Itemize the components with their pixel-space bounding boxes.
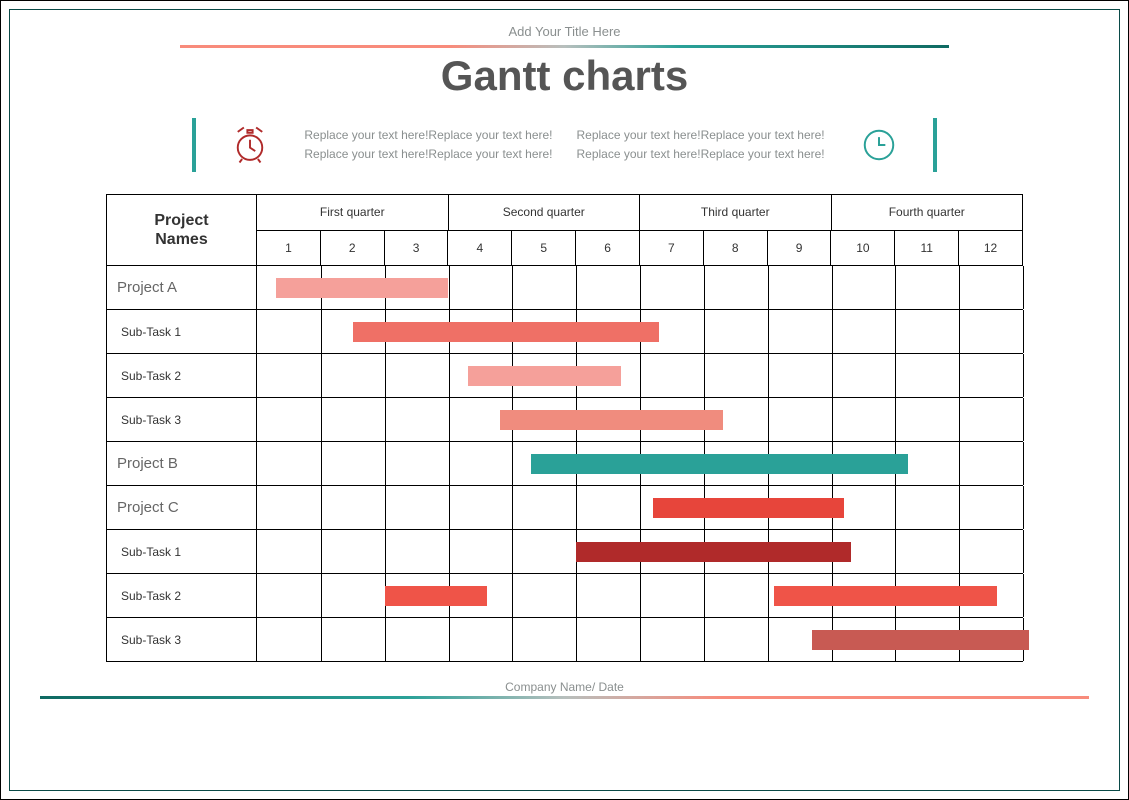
month-header: 1	[257, 231, 321, 266]
subtitle-left-2: Replace your text here!Replace your text…	[304, 145, 552, 164]
subtitle-right-2: Replace your text here!Replace your text…	[577, 145, 825, 164]
gantt-row: Sub-Task 2	[107, 353, 1023, 397]
gantt-bar	[276, 278, 448, 298]
gantt-bar	[353, 322, 659, 342]
gantt-row-label: Project A	[107, 266, 257, 309]
subtitle-left-1: Replace your text here!Replace your text…	[304, 126, 552, 145]
gantt-row: Sub-Task 1	[107, 309, 1023, 353]
gantt-row-label: Sub-Task 3	[107, 618, 257, 661]
accent-bar-left	[192, 118, 196, 172]
gantt-row-label: Sub-Task 2	[107, 574, 257, 617]
clock-icon	[855, 121, 903, 169]
page-title: Gantt charts	[10, 52, 1119, 100]
month-header: 6	[576, 231, 640, 266]
gantt-row: Sub-Task 3	[107, 397, 1023, 441]
gantt-bar	[500, 410, 723, 430]
gantt-row-label: Sub-Task 1	[107, 310, 257, 353]
subtitle-right-1: Replace your text here!Replace your text…	[577, 126, 825, 145]
month-header: 5	[512, 231, 576, 266]
month-header: 10	[831, 231, 895, 266]
gantt-chart: ProjectNames First quarterSecond quarter…	[106, 194, 1023, 662]
footer-label: Company Name/ Date	[10, 680, 1119, 694]
gantt-row: Project B	[107, 441, 1023, 485]
gantt-row: Project C	[107, 485, 1023, 529]
month-header: 9	[768, 231, 832, 266]
quarter-header: First quarter	[257, 195, 449, 230]
quarter-header: Second quarter	[449, 195, 641, 230]
month-header: 12	[959, 231, 1023, 266]
gantt-row: Sub-Task 1	[107, 529, 1023, 573]
gantt-row: Project A	[107, 265, 1023, 309]
gantt-row-label: Project B	[107, 442, 257, 485]
subtitle-block: Replace your text here!Replace your text…	[10, 118, 1119, 172]
gantt-bar	[812, 630, 1029, 650]
gantt-bar	[468, 366, 621, 386]
gantt-row-label: Sub-Task 1	[107, 530, 257, 573]
month-header: 7	[640, 231, 704, 266]
gantt-row-label: Sub-Task 2	[107, 354, 257, 397]
gantt-bar	[653, 498, 845, 518]
month-header: 4	[448, 231, 512, 266]
quarter-header: Fourth quarter	[832, 195, 1024, 230]
footer-divider	[40, 696, 1089, 699]
month-header: 11	[895, 231, 959, 266]
accent-bar-right	[933, 118, 937, 172]
gantt-bar	[385, 586, 487, 606]
gantt-bar	[774, 586, 997, 606]
gantt-bar	[531, 454, 908, 474]
title-divider	[180, 45, 949, 48]
quarter-header: Third quarter	[640, 195, 832, 230]
alarm-clock-icon	[226, 121, 274, 169]
gantt-row: Sub-Task 2	[107, 573, 1023, 617]
gantt-row-label: Project C	[107, 486, 257, 529]
gantt-bar	[576, 542, 850, 562]
month-header: 3	[385, 231, 449, 266]
gantt-row-label: Sub-Task 3	[107, 398, 257, 441]
title-small: Add Your Title Here	[10, 24, 1119, 39]
gantt-row-header: ProjectNames	[107, 195, 257, 265]
month-header: 8	[704, 231, 768, 266]
month-header: 2	[321, 231, 385, 266]
gantt-row: Sub-Task 3	[107, 617, 1023, 661]
